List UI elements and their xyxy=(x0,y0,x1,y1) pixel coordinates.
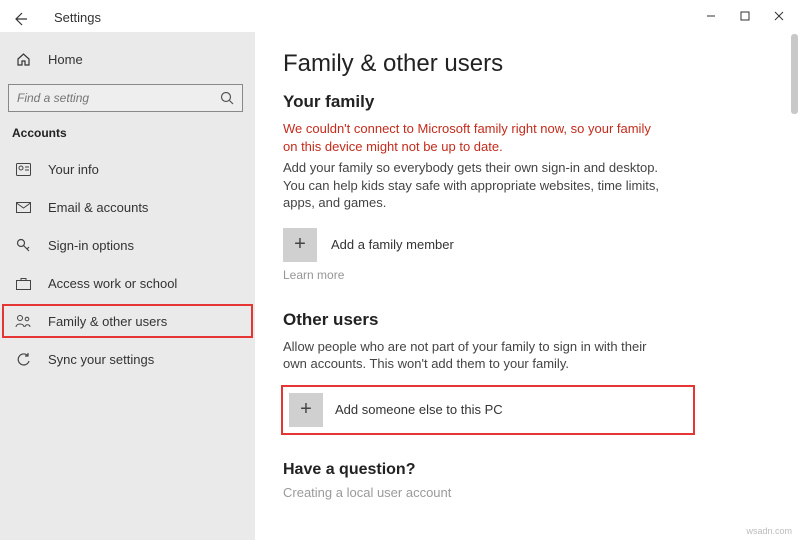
question-link[interactable]: Creating a local user account xyxy=(283,485,772,500)
key-icon xyxy=(12,238,34,253)
mail-icon xyxy=(12,202,34,213)
maximize-button[interactable] xyxy=(728,2,762,30)
people-icon xyxy=(12,314,34,328)
sidebar-section-title: Accounts xyxy=(0,120,255,150)
home-icon xyxy=(12,52,34,67)
plus-icon: + xyxy=(283,228,317,262)
sidebar-item-sync-settings[interactable]: Sync your settings xyxy=(0,340,255,378)
close-button[interactable] xyxy=(762,2,796,30)
sidebar-item-label: Sync your settings xyxy=(48,352,154,367)
watermark: wsadn.com xyxy=(746,526,792,536)
sidebar-item-email-accounts[interactable]: Email & accounts xyxy=(0,188,255,226)
home-label: Home xyxy=(48,52,83,67)
titlebar xyxy=(0,0,800,32)
window-title: Settings xyxy=(0,10,101,25)
sidebar-item-label: Sign-in options xyxy=(48,238,134,253)
sidebar-item-access-work-school[interactable]: Access work or school xyxy=(0,264,255,302)
sidebar-item-label: Your info xyxy=(48,162,99,177)
sidebar-item-label: Family & other users xyxy=(48,314,167,329)
sync-icon xyxy=(12,352,34,367)
search-field[interactable] xyxy=(17,91,220,105)
sidebar-item-label: Email & accounts xyxy=(48,200,148,215)
question-heading: Have a question? xyxy=(283,461,772,479)
person-card-icon xyxy=(12,163,34,176)
home-nav[interactable]: Home xyxy=(0,40,255,78)
sidebar-item-family-other-users[interactable]: Family & other users xyxy=(0,302,255,340)
search-input[interactable] xyxy=(8,84,243,112)
briefcase-icon xyxy=(12,277,34,290)
other-users-heading: Other users xyxy=(283,310,772,330)
add-other-user-label: Add someone else to this PC xyxy=(335,402,503,417)
minimize-button[interactable] xyxy=(694,2,728,30)
sidebar-item-label: Access work or school xyxy=(48,276,177,291)
page-title: Family & other users xyxy=(283,50,772,78)
add-family-member-button[interactable]: + Add a family member xyxy=(283,228,772,262)
other-users-description: Allow people who are not part of your fa… xyxy=(283,338,663,373)
family-description: Add your family so everybody gets their … xyxy=(283,159,663,212)
learn-more-link[interactable]: Learn more xyxy=(283,268,772,282)
plus-icon: + xyxy=(289,393,323,427)
main-pane: Family & other users Your family We coul… xyxy=(255,32,800,540)
sidebar: Settings Home Accounts Y xyxy=(0,32,255,540)
search-icon xyxy=(220,91,234,105)
family-heading: Your family xyxy=(283,92,772,112)
sidebar-item-your-info[interactable]: Your info xyxy=(0,150,255,188)
add-other-user-button[interactable]: + Add someone else to this PC xyxy=(283,387,693,433)
family-error-text: We couldn't connect to Microsoft family … xyxy=(283,120,663,155)
scrollbar-thumb[interactable] xyxy=(791,34,798,114)
add-family-label: Add a family member xyxy=(331,237,454,252)
sidebar-item-signin-options[interactable]: Sign-in options xyxy=(0,226,255,264)
